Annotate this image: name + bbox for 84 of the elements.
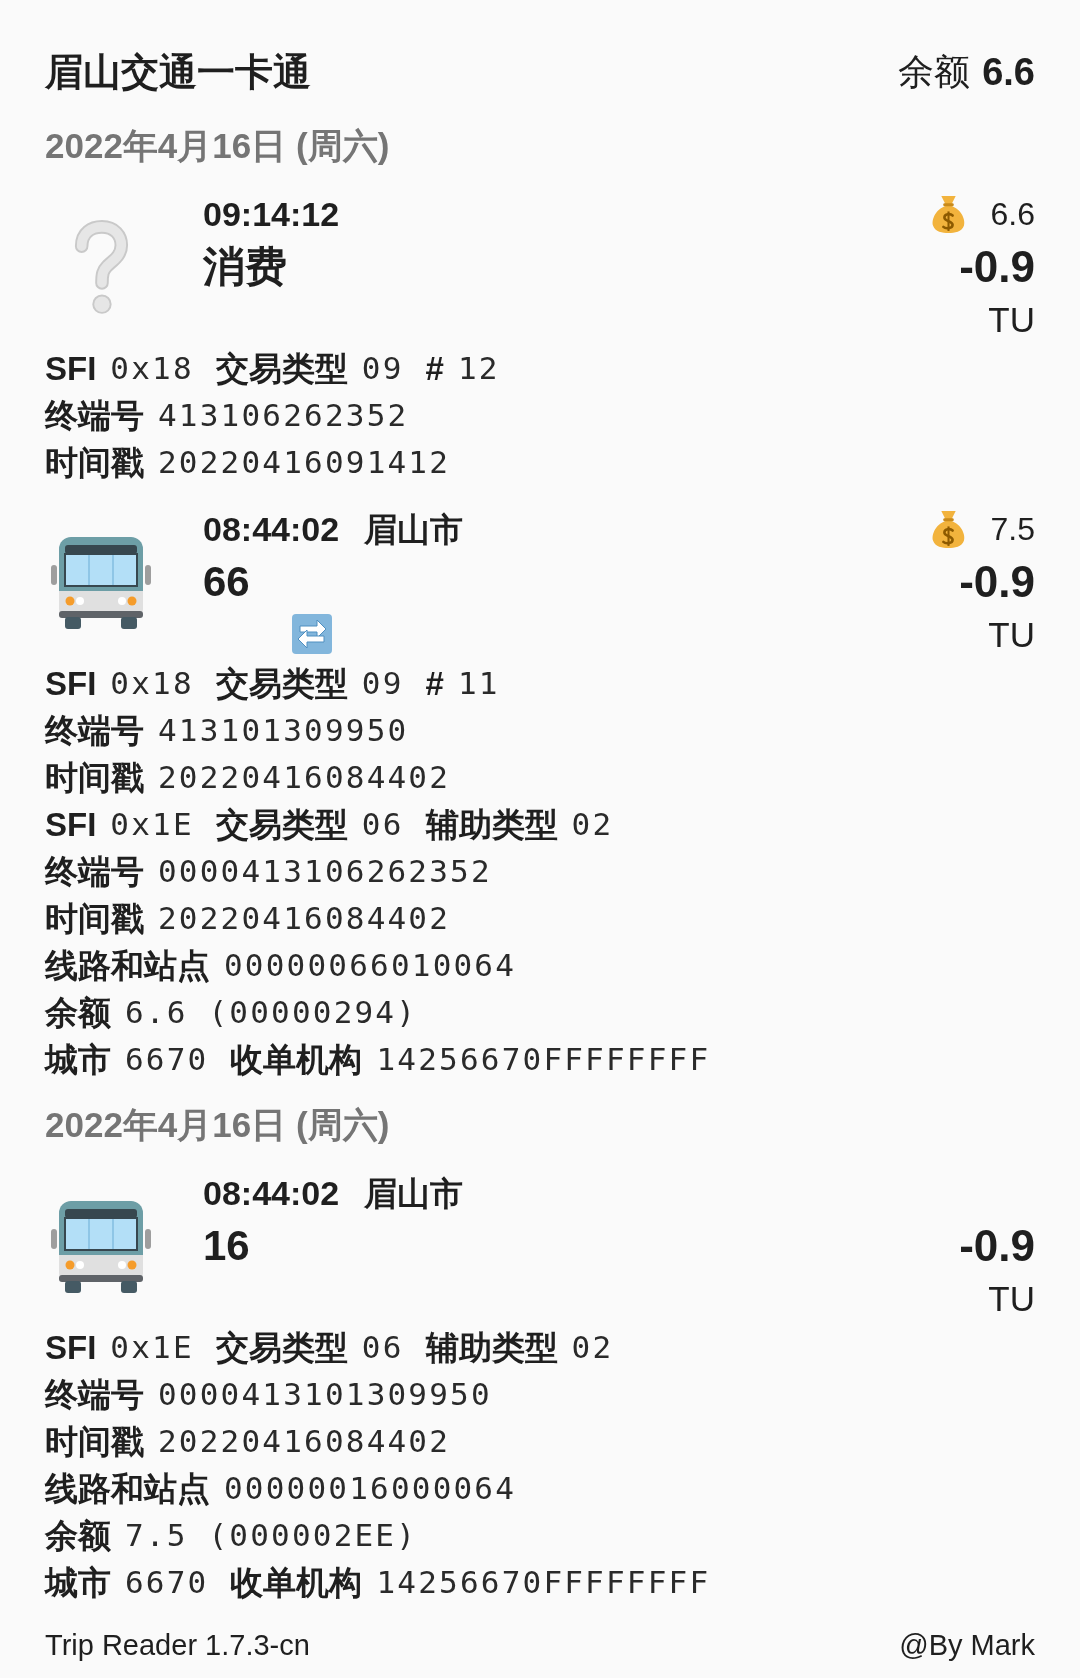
field-value: 20220416084402 xyxy=(158,1426,451,1457)
field-value: 7.5 (000002EE) xyxy=(125,1520,418,1551)
field-value: 14256670FFFFFFFF xyxy=(376,1044,711,1075)
field-label: 收单机构 xyxy=(230,1566,363,1599)
trip-time: 09:14:12 xyxy=(203,197,340,231)
money-bag-icon xyxy=(930,195,966,233)
fare-amount: -0.9 xyxy=(959,559,1035,604)
field-label: 时间戳 xyxy=(45,902,144,935)
trip-time: 08:44:02 xyxy=(203,1176,340,1210)
field-label: SFI xyxy=(45,352,97,385)
field-value: 6670 xyxy=(125,1567,209,1598)
field-value: 0x1E xyxy=(110,809,194,840)
question-mark-icon xyxy=(72,219,130,314)
field-value: 09 xyxy=(361,668,404,699)
field-value: 00000016000064 xyxy=(224,1473,517,1504)
field-label: SFI xyxy=(45,1331,97,1364)
field-label: 城市 xyxy=(45,1043,111,1076)
fare-amount: -0.9 xyxy=(959,244,1035,289)
fare-amount: -0.9 xyxy=(959,1223,1035,1268)
balance-amount: 6.6 xyxy=(990,198,1035,230)
balance-label: 余额 xyxy=(898,54,971,90)
field-label: 时间戳 xyxy=(45,1425,144,1458)
field-label: # xyxy=(425,352,444,385)
field-value: 20220416091412 xyxy=(158,447,451,478)
field-label: 线路和站点 xyxy=(45,1472,210,1505)
field-label: 线路和站点 xyxy=(45,949,210,982)
trip-title: 16 xyxy=(203,1224,250,1267)
field-label: 收单机构 xyxy=(230,1043,363,1076)
field-value: 20220416084402 xyxy=(158,903,451,934)
field-value: 0x18 xyxy=(110,668,194,699)
bus-icon xyxy=(51,534,151,629)
field-label: 终端号 xyxy=(45,1378,144,1411)
field-label: SFI xyxy=(45,808,97,841)
field-value: 11 xyxy=(457,668,500,699)
field-label: 终端号 xyxy=(45,855,144,888)
field-value: 413101309950 xyxy=(158,715,409,746)
field-label: 余额 xyxy=(45,996,111,1029)
money-bag-icon xyxy=(930,510,966,548)
currency-label: TU xyxy=(988,616,1035,652)
field-value: 06 xyxy=(361,809,404,840)
currency-label: TU xyxy=(988,1280,1035,1316)
field-value: 0000413106262352 xyxy=(158,856,492,887)
balance-amount: 7.5 xyxy=(990,513,1035,545)
field-label: 终端号 xyxy=(45,399,144,432)
field-value: 02 xyxy=(571,809,614,840)
field-label: SFI xyxy=(45,667,97,700)
field-value: 6670 xyxy=(125,1044,209,1075)
field-label: 交易类型 xyxy=(215,808,348,841)
currency-label: TU xyxy=(988,301,1035,337)
field-value: 0x18 xyxy=(110,353,194,384)
city-name: 眉山市 xyxy=(364,512,464,546)
field-value: 6.6 (00000294) xyxy=(125,997,418,1028)
field-label: 终端号 xyxy=(45,714,144,747)
field-value: 00000066010064 xyxy=(224,950,517,981)
field-value: 14256670FFFFFFFF xyxy=(376,1567,711,1598)
field-label: 交易类型 xyxy=(215,1331,348,1364)
date-heading: 2022年4月16日 (周六) xyxy=(45,127,390,163)
bus-icon xyxy=(51,1198,151,1293)
field-value: 0000413101309950 xyxy=(158,1379,492,1410)
field-label: 时间戳 xyxy=(45,446,144,479)
city-name: 眉山市 xyxy=(364,1176,464,1210)
field-value: 12 xyxy=(457,353,500,384)
field-label: 辅助类型 xyxy=(425,1331,558,1364)
app-title: 眉山交通一卡通 xyxy=(45,53,311,91)
field-label: 辅助类型 xyxy=(425,808,558,841)
field-label: 交易类型 xyxy=(215,667,348,700)
field-value: 0x1E xyxy=(110,1332,194,1363)
field-value: 09 xyxy=(361,353,404,384)
field-value: 20220416084402 xyxy=(158,762,451,793)
trip-title: 消费 xyxy=(203,245,287,288)
field-value: 413106262352 xyxy=(158,400,409,431)
field-label: 交易类型 xyxy=(215,352,348,385)
field-label: 余额 xyxy=(45,1519,111,1552)
field-value: 06 xyxy=(361,1332,404,1363)
author-credit: @By Mark xyxy=(899,1630,1035,1660)
app-version: Trip Reader 1.7.3-cn xyxy=(45,1630,310,1660)
field-value: 02 xyxy=(571,1332,614,1363)
trip-title: 66 xyxy=(203,560,250,603)
field-label: # xyxy=(425,667,444,700)
field-label: 城市 xyxy=(45,1566,111,1599)
balance-value: 6.6 xyxy=(982,53,1035,91)
field-label: 时间戳 xyxy=(45,761,144,794)
trip-time: 08:44:02 xyxy=(203,512,340,546)
date-heading: 2022年4月16日 (周六) xyxy=(45,1106,390,1142)
